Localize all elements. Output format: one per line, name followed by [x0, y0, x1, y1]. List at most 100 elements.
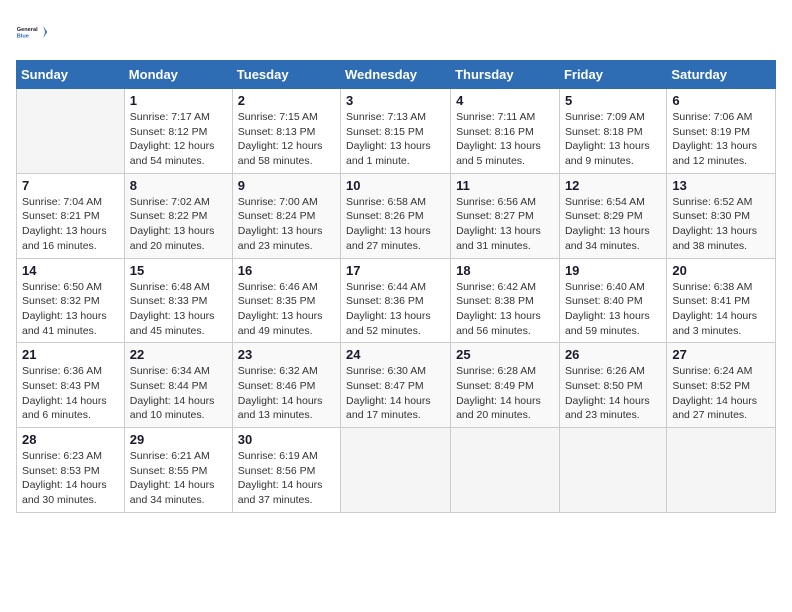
- day-number: 10: [346, 178, 445, 193]
- calendar-week-row: 28Sunrise: 6:23 AMSunset: 8:53 PMDayligh…: [17, 428, 776, 513]
- calendar-cell: [17, 89, 125, 174]
- calendar-cell: 13 Sunrise: 6:52 AMSunset: 8:30 PMDayligh…: [667, 173, 776, 258]
- day-info: Sunrise: 6:50 AMSunset: 8:32 PMDaylight:…: [22, 280, 119, 339]
- day-number: 26: [565, 347, 661, 362]
- day-info: Sunrise: 6:21 AMSunset: 8:55 PMDaylight:…: [130, 449, 227, 508]
- weekday-header-row: SundayMondayTuesdayWednesdayThursdayFrid…: [17, 61, 776, 89]
- day-info: Sunrise: 7:15 AMSunset: 8:13 PMDaylight:…: [238, 110, 335, 169]
- day-number: 29: [130, 432, 227, 447]
- day-info: Sunrise: 7:04 AMSunset: 8:21 PMDaylight:…: [22, 195, 119, 254]
- calendar-cell: 5 Sunrise: 7:09 AMSunset: 8:18 PMDaylight…: [559, 89, 666, 174]
- weekday-header-cell: Wednesday: [341, 61, 451, 89]
- day-number: 15: [130, 263, 227, 278]
- calendar-cell: 22 Sunrise: 6:34 AMSunset: 8:44 PMDayligh…: [124, 343, 232, 428]
- day-info: Sunrise: 6:23 AMSunset: 8:53 PMDaylight:…: [22, 449, 119, 508]
- day-number: 9: [238, 178, 335, 193]
- day-number: 4: [456, 93, 554, 108]
- calendar-cell: 20 Sunrise: 6:38 AMSunset: 8:41 PMDayligh…: [667, 258, 776, 343]
- day-info: Sunrise: 7:02 AMSunset: 8:22 PMDaylight:…: [130, 195, 227, 254]
- day-info: Sunrise: 6:44 AMSunset: 8:36 PMDaylight:…: [346, 280, 445, 339]
- day-info: Sunrise: 6:26 AMSunset: 8:50 PMDaylight:…: [565, 364, 661, 423]
- day-number: 8: [130, 178, 227, 193]
- day-info: Sunrise: 6:19 AMSunset: 8:56 PMDaylight:…: [238, 449, 335, 508]
- day-number: 20: [672, 263, 770, 278]
- day-number: 16: [238, 263, 335, 278]
- calendar-cell: 28Sunrise: 6:23 AMSunset: 8:53 PMDayligh…: [17, 428, 125, 513]
- day-info: Sunrise: 6:48 AMSunset: 8:33 PMDaylight:…: [130, 280, 227, 339]
- calendar-cell: 12 Sunrise: 6:54 AMSunset: 8:29 PMDayligh…: [559, 173, 666, 258]
- day-number: 19: [565, 263, 661, 278]
- weekday-header-cell: Saturday: [667, 61, 776, 89]
- day-info: Sunrise: 6:34 AMSunset: 8:44 PMDaylight:…: [130, 364, 227, 423]
- calendar-cell: 16 Sunrise: 6:46 AMSunset: 8:35 PMDayligh…: [232, 258, 340, 343]
- calendar-cell: 7 Sunrise: 7:04 AMSunset: 8:21 PMDaylight…: [17, 173, 125, 258]
- calendar-table: SundayMondayTuesdayWednesdayThursdayFrid…: [16, 60, 776, 513]
- day-info: Sunrise: 6:58 AMSunset: 8:26 PMDaylight:…: [346, 195, 445, 254]
- calendar-cell: 15 Sunrise: 6:48 AMSunset: 8:33 PMDayligh…: [124, 258, 232, 343]
- day-info: Sunrise: 6:28 AMSunset: 8:49 PMDaylight:…: [456, 364, 554, 423]
- calendar-cell: 27Sunrise: 6:24 AMSunset: 8:52 PMDayligh…: [667, 343, 776, 428]
- day-number: 23: [238, 347, 335, 362]
- day-number: 12: [565, 178, 661, 193]
- day-number: 1: [130, 93, 227, 108]
- calendar-cell: 18 Sunrise: 6:42 AMSunset: 8:38 PMDayligh…: [451, 258, 560, 343]
- day-number: 21: [22, 347, 119, 362]
- day-info: Sunrise: 6:30 AMSunset: 8:47 PMDaylight:…: [346, 364, 445, 423]
- calendar-cell: 26 Sunrise: 6:26 AMSunset: 8:50 PMDayligh…: [559, 343, 666, 428]
- day-number: 6: [672, 93, 770, 108]
- day-info: Sunrise: 6:38 AMSunset: 8:41 PMDaylight:…: [672, 280, 770, 339]
- day-info: Sunrise: 7:17 AMSunset: 8:12 PMDaylight:…: [130, 110, 227, 169]
- day-info: Sunrise: 6:42 AMSunset: 8:38 PMDaylight:…: [456, 280, 554, 339]
- weekday-header-cell: Friday: [559, 61, 666, 89]
- calendar-cell: 19 Sunrise: 6:40 AMSunset: 8:40 PMDayligh…: [559, 258, 666, 343]
- day-number: 11: [456, 178, 554, 193]
- day-info: Sunrise: 6:46 AMSunset: 8:35 PMDaylight:…: [238, 280, 335, 339]
- calendar-week-row: 1 Sunrise: 7:17 AMSunset: 8:12 PMDaylight…: [17, 89, 776, 174]
- day-info: Sunrise: 7:13 AMSunset: 8:15 PMDaylight:…: [346, 110, 445, 169]
- day-info: Sunrise: 7:09 AMSunset: 8:18 PMDaylight:…: [565, 110, 661, 169]
- calendar-body: 1 Sunrise: 7:17 AMSunset: 8:12 PMDaylight…: [17, 89, 776, 513]
- page-header: GeneralBlue: [16, 16, 776, 48]
- day-info: Sunrise: 6:52 AMSunset: 8:30 PMDaylight:…: [672, 195, 770, 254]
- day-number: 5: [565, 93, 661, 108]
- calendar-cell: 6 Sunrise: 7:06 AMSunset: 8:19 PMDaylight…: [667, 89, 776, 174]
- calendar-cell: 17 Sunrise: 6:44 AMSunset: 8:36 PMDayligh…: [341, 258, 451, 343]
- day-number: 2: [238, 93, 335, 108]
- calendar-week-row: 7 Sunrise: 7:04 AMSunset: 8:21 PMDaylight…: [17, 173, 776, 258]
- calendar-cell: [667, 428, 776, 513]
- calendar-cell: 11 Sunrise: 6:56 AMSunset: 8:27 PMDayligh…: [451, 173, 560, 258]
- calendar-cell: 9Sunrise: 7:00 AMSunset: 8:24 PMDaylight…: [232, 173, 340, 258]
- calendar-cell: 21 Sunrise: 6:36 AMSunset: 8:43 PMDayligh…: [17, 343, 125, 428]
- day-number: 25: [456, 347, 554, 362]
- weekday-header-cell: Sunday: [17, 61, 125, 89]
- calendar-week-row: 14 Sunrise: 6:50 AMSunset: 8:32 PMDayligh…: [17, 258, 776, 343]
- calendar-week-row: 21 Sunrise: 6:36 AMSunset: 8:43 PMDayligh…: [17, 343, 776, 428]
- day-info: Sunrise: 6:40 AMSunset: 8:40 PMDaylight:…: [565, 280, 661, 339]
- day-number: 14: [22, 263, 119, 278]
- calendar-cell: 29 Sunrise: 6:21 AMSunset: 8:55 PMDayligh…: [124, 428, 232, 513]
- day-info: Sunrise: 6:56 AMSunset: 8:27 PMDaylight:…: [456, 195, 554, 254]
- calendar-cell: [341, 428, 451, 513]
- day-number: 17: [346, 263, 445, 278]
- weekday-header-cell: Tuesday: [232, 61, 340, 89]
- day-number: 3: [346, 93, 445, 108]
- day-number: 7: [22, 178, 119, 193]
- calendar-cell: 4 Sunrise: 7:11 AMSunset: 8:16 PMDaylight…: [451, 89, 560, 174]
- day-info: Sunrise: 6:54 AMSunset: 8:29 PMDaylight:…: [565, 195, 661, 254]
- logo-icon: GeneralBlue: [16, 16, 48, 48]
- day-number: 13: [672, 178, 770, 193]
- day-number: 24: [346, 347, 445, 362]
- day-info: Sunrise: 7:06 AMSunset: 8:19 PMDaylight:…: [672, 110, 770, 169]
- svg-text:Blue: Blue: [17, 34, 29, 40]
- calendar-cell: 14 Sunrise: 6:50 AMSunset: 8:32 PMDayligh…: [17, 258, 125, 343]
- day-info: Sunrise: 6:32 AMSunset: 8:46 PMDaylight:…: [238, 364, 335, 423]
- day-number: 27: [672, 347, 770, 362]
- calendar-cell: 3 Sunrise: 7:13 AMSunset: 8:15 PMDaylight…: [341, 89, 451, 174]
- svg-text:General: General: [17, 27, 38, 33]
- calendar-cell: 2 Sunrise: 7:15 AMSunset: 8:13 PMDaylight…: [232, 89, 340, 174]
- calendar-cell: 10 Sunrise: 6:58 AMSunset: 8:26 PMDayligh…: [341, 173, 451, 258]
- day-info: Sunrise: 7:11 AMSunset: 8:16 PMDaylight:…: [456, 110, 554, 169]
- day-number: 18: [456, 263, 554, 278]
- day-info: Sunrise: 6:36 AMSunset: 8:43 PMDaylight:…: [22, 364, 119, 423]
- day-number: 22: [130, 347, 227, 362]
